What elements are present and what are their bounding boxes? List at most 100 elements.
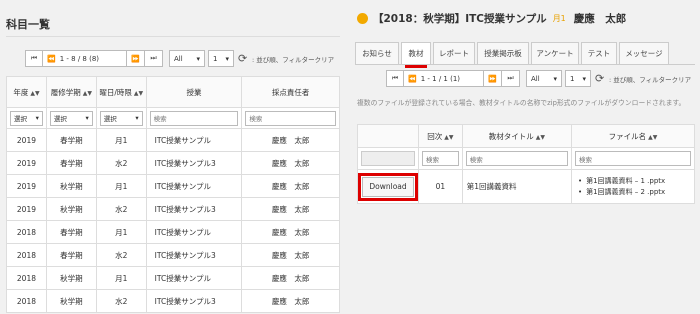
material-number: 01 [418,169,463,204]
pager-info: ⏪ 1 - 8 / 8 (8) [43,50,127,67]
caret-down-icon: ▾ [85,114,89,122]
page: 科目一覧 ⏮ ⏪ 1 - 8 / 8 (8) ⏩ ⏭ All ▾ 1 ▾ ⟳ : 並… [0,0,700,314]
year-cell: 2019 [6,128,47,152]
column-header-number[interactable]: 回次 ▲▼ [418,124,463,148]
tab-4[interactable]: アンケート [531,42,579,64]
first-page-button[interactable]: ⏮ [386,70,404,87]
file-item: 第1回講義資料 – 1 .pptx [578,176,694,187]
refresh-icon[interactable]: ⟳ [595,72,607,85]
caret-down-icon: ▾ [196,54,200,63]
tab-2[interactable]: レポート [433,42,475,64]
caret-down-icon: ▾ [135,114,139,122]
column-header-course[interactable]: 授業 [145,76,243,108]
table-header-row: 年度 ▲▼ 履修学期 ▲▼ 曜日/時限 ▲▼ 授業 採点責任者 [6,76,340,108]
pager-range: 1 - 1 / 1 (1) [420,74,461,83]
teacher-cell: 慶應 太郎 [241,289,340,313]
prev-page-icon[interactable]: ⏪ [408,75,417,83]
term-cell: 秋学期 [45,289,97,313]
sort-icon: ▲▼ [648,133,658,141]
course-header: 【2018：秋学期】ITC授業サンプル 月1 慶應 太郎 [357,11,626,26]
course-link[interactable]: ITC授業サンプル3 [145,289,243,313]
title-search-input[interactable]: 検索 [465,151,568,166]
page-select[interactable]: 1 ▾ [565,70,591,87]
teacher-search-input[interactable]: 検索 [245,110,336,126]
last-page-button[interactable]: ⏭ [502,70,520,87]
year-cell: 2019 [6,151,47,175]
day-cell: 水2 [95,243,147,267]
refresh-icon[interactable]: ⟳ [238,52,250,65]
number-search-input[interactable]: 検索 [422,151,459,166]
table-row[interactable]: 2019 秋学期 水2 ITC授業サンプル3 慶應 太郎 [6,197,340,221]
first-page-button[interactable]: ⏮ [25,50,43,67]
table-row[interactable]: 2019 春学期 月1 ITC授業サンプル 慶應 太郎 [6,128,340,152]
course-link[interactable]: ITC授業サンプル3 [145,151,243,175]
course-tabs: お知らせ 教材 レポート 授業掲示板 アンケート テスト メッセージ [355,42,671,68]
column-header-year[interactable]: 年度 ▲▼ [6,76,47,108]
table-row[interactable]: 2019 春学期 水2 ITC授業サンプル3 慶應 太郎 [6,151,340,175]
column-header-day[interactable]: 曜日/時限 ▲▼ [95,76,147,108]
filter-select[interactable]: All ▾ [526,70,562,87]
course-link[interactable]: ITC授業サンプル [145,128,243,152]
term-cell: 秋学期 [45,174,97,198]
right-pager: ⏮ ⏪ 1 - 1 / 1 (1) ⏩ ⏭ All ▾ 1 ▾ ⟳ : 並び順、フィ… [386,70,691,87]
column-header-title[interactable]: 教材タイトル ▲▼ [461,124,572,148]
course-link[interactable]: ITC授業サンプル3 [145,197,243,221]
year-cell: 2019 [6,197,47,221]
sort-filter-clear-note: : 並び順、フィルタークリア [252,55,335,64]
table-row[interactable]: 2018 秋学期 水2 ITC授業サンプル3 慶應 太郎 [6,289,340,313]
sort-icon: ▲▼ [444,133,454,141]
tab-1[interactable]: 教材 [401,42,431,68]
next-page-button[interactable]: ⏩ [127,50,145,67]
day-cell: 水2 [95,197,147,221]
last-page-button[interactable]: ⏭ [145,50,163,67]
column-header-teacher[interactable]: 採点責任者 [241,76,340,108]
prev-page-icon[interactable]: ⏪ [47,55,56,63]
table-row[interactable]: 2018 春学期 水2 ITC授業サンプル3 慶應 太郎 [6,243,340,267]
disabled-filter-box [361,151,415,166]
day-cell: 水2 [95,151,147,175]
pager-range: 1 - 8 / 8 (8) [59,54,100,63]
course-link[interactable]: ITC授業サンプル [145,174,243,198]
tab-0[interactable]: お知らせ [355,42,399,64]
table-row[interactable]: 2018 秋学期 月1 ITC授業サンプル 慶應 太郎 [6,266,340,290]
year-filter-select[interactable]: 選択 ▾ [10,110,43,126]
day-cell: 月1 [95,174,147,198]
year-cell: 2019 [6,174,47,198]
panel-title: 科目一覧 [6,18,50,31]
term-cell: 春学期 [45,243,97,267]
column-header-filename[interactable]: ファイル名 ▲▼ [570,124,696,148]
column-header-term[interactable]: 履修学期 ▲▼ [45,76,97,108]
tab-5[interactable]: テスト [581,42,617,64]
year-cell: 2018 [6,220,47,244]
table-header-row: 回次 ▲▼ 教材タイトル ▲▼ ファイル名 ▲▼ [357,124,696,148]
term-cell: 春学期 [45,151,97,175]
filter-select[interactable]: All ▾ [169,50,205,67]
tab-3[interactable]: 授業掲示板 [477,42,529,64]
table-row[interactable]: 2019 秋学期 月1 ITC授業サンプル 慶應 太郎 [6,174,340,198]
file-item: 第1回講義資料 – 2 .pptx [578,187,694,198]
course-time: 月1 [552,14,566,23]
page-select[interactable]: 1 ▾ [208,50,234,67]
course-link[interactable]: ITC授業サンプル3 [145,243,243,267]
pager-info: ⏪ 1 - 1 / 1 (1) [404,70,484,87]
download-button[interactable]: Download [362,176,414,197]
course-search-input[interactable]: 検索 [149,110,239,126]
tab-6[interactable]: メッセージ [619,42,669,64]
teacher-cell: 慶應 太郎 [241,197,340,221]
course-link[interactable]: ITC授業サンプル [145,266,243,290]
next-page-button[interactable]: ⏩ [484,70,502,87]
term-cell: 春学期 [45,220,97,244]
year-cell: 2018 [6,266,47,290]
teacher-cell: 慶應 太郎 [241,243,340,267]
sort-icon: ▲▼ [535,133,545,141]
day-cell: 月1 [95,220,147,244]
term-cell: 秋学期 [45,266,97,290]
caret-down-icon: ▾ [553,74,557,83]
term-filter-select[interactable]: 選択 ▾ [49,110,93,126]
day-filter-select[interactable]: 選択 ▾ [99,110,143,126]
table-row[interactable]: 2018 春学期 月1 ITC授業サンプル 慶應 太郎 [6,220,340,244]
material-files: 第1回講義資料 – 1 .pptx 第1回講義資料 – 2 .pptx [570,169,696,204]
caret-down-icon: ▾ [225,54,229,63]
course-link[interactable]: ITC授業サンプル [145,220,243,244]
filename-search-input[interactable]: 検索 [574,151,691,166]
